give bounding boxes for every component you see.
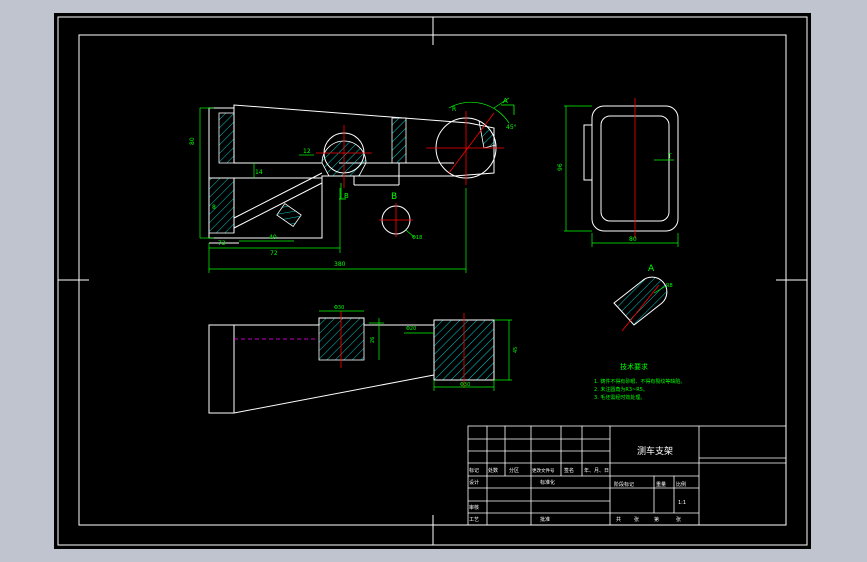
dim-side-width: 80 [629,236,637,243]
title-sheets-current: 第 [654,516,659,523]
dim-front-radius: R [452,106,456,113]
title-scale-value: 1:1 [678,500,686,506]
dim-side-height: 96 [557,163,564,171]
dim-top-bore-1: Φ30 [334,305,344,311]
dim-top-depth: 45 [513,347,519,353]
section-label-a: A [503,97,508,105]
front-arc-hatch [478,120,497,149]
title-scale: 比例 [676,481,686,488]
title-row-approve: 批准 [540,516,550,523]
inner-border [78,34,787,526]
dim-top-height: 26 [370,337,376,343]
drawing-canvas: 80 8 14 12 72 72 40 380 R 45° B A B Φ18 … [57,16,808,546]
tech-note-3: 3. 毛坯需经时效处理。 [594,394,645,401]
front-view-hatch [208,112,407,234]
title-row-design: 设计 [469,479,479,486]
tech-note-1: 1. 铸件不得有砂眼、不得有裂纹等缺陷。 [594,378,685,385]
detail-a-outline [613,276,668,326]
detail-a-title: A [648,264,655,274]
title-header-sign: 签名 [564,467,574,474]
title-header-mark: 标记 [469,467,479,474]
title-weight: 重量 [656,481,666,488]
section-b-title: B [391,192,397,202]
dim-side-depth: T [667,153,672,160]
title-header-count: 处数 [488,467,498,474]
title-part-name: 测车支架 [637,445,673,457]
title-stage-mark: 阶段标记 [614,481,634,488]
dim-front-small-c: 12 [303,148,311,155]
section-label-b: B [344,192,349,200]
centering-marks [58,17,807,545]
dim-detail-a-radius: R8 [666,283,673,289]
side-view [583,105,679,232]
tech-note-2: 2. 未注圆角为R3~R5。 [594,386,648,393]
side-dimension-lines [564,105,679,247]
title-header-zone: 分区 [509,467,519,474]
outer-border [57,16,808,546]
dim-front-small-b: 14 [255,169,263,176]
dim-front-small-a: 8 [212,204,216,211]
dim-top-bottom: Φ30 [460,382,470,388]
title-sheets-current-unit: 张 [676,516,681,523]
title-header-date: 年、月、日 [584,467,609,474]
dim-front-overall: 380 [334,261,346,268]
title-sheets-total-unit: 张 [634,516,639,523]
title-header-file: 更改文件号 [532,467,555,474]
title-row-process: 工艺 [469,517,479,523]
title-sheets-total: 共 [616,516,621,523]
title-row-check: 审核 [469,504,479,511]
section-marker-a [501,104,515,115]
dim-front-bottom-3: 40 [269,234,277,241]
dim-front-height: 80 [189,137,196,145]
tech-notes-heading: 技术要求 [620,362,648,371]
title-block [467,425,787,526]
dim-front-bottom-1: 72 [218,240,226,247]
drawing-sheet: 80 8 14 12 72 72 40 380 R 45° B A B Φ18 … [54,13,811,549]
dim-front-bottom-2: 72 [270,250,278,257]
dim-section-b-diameter: Φ18 [412,235,422,241]
dim-front-angle: 45° [506,124,517,131]
title-row-standard: 标准化 [540,479,555,486]
dim-top-bore-2: Φ20 [406,326,416,332]
